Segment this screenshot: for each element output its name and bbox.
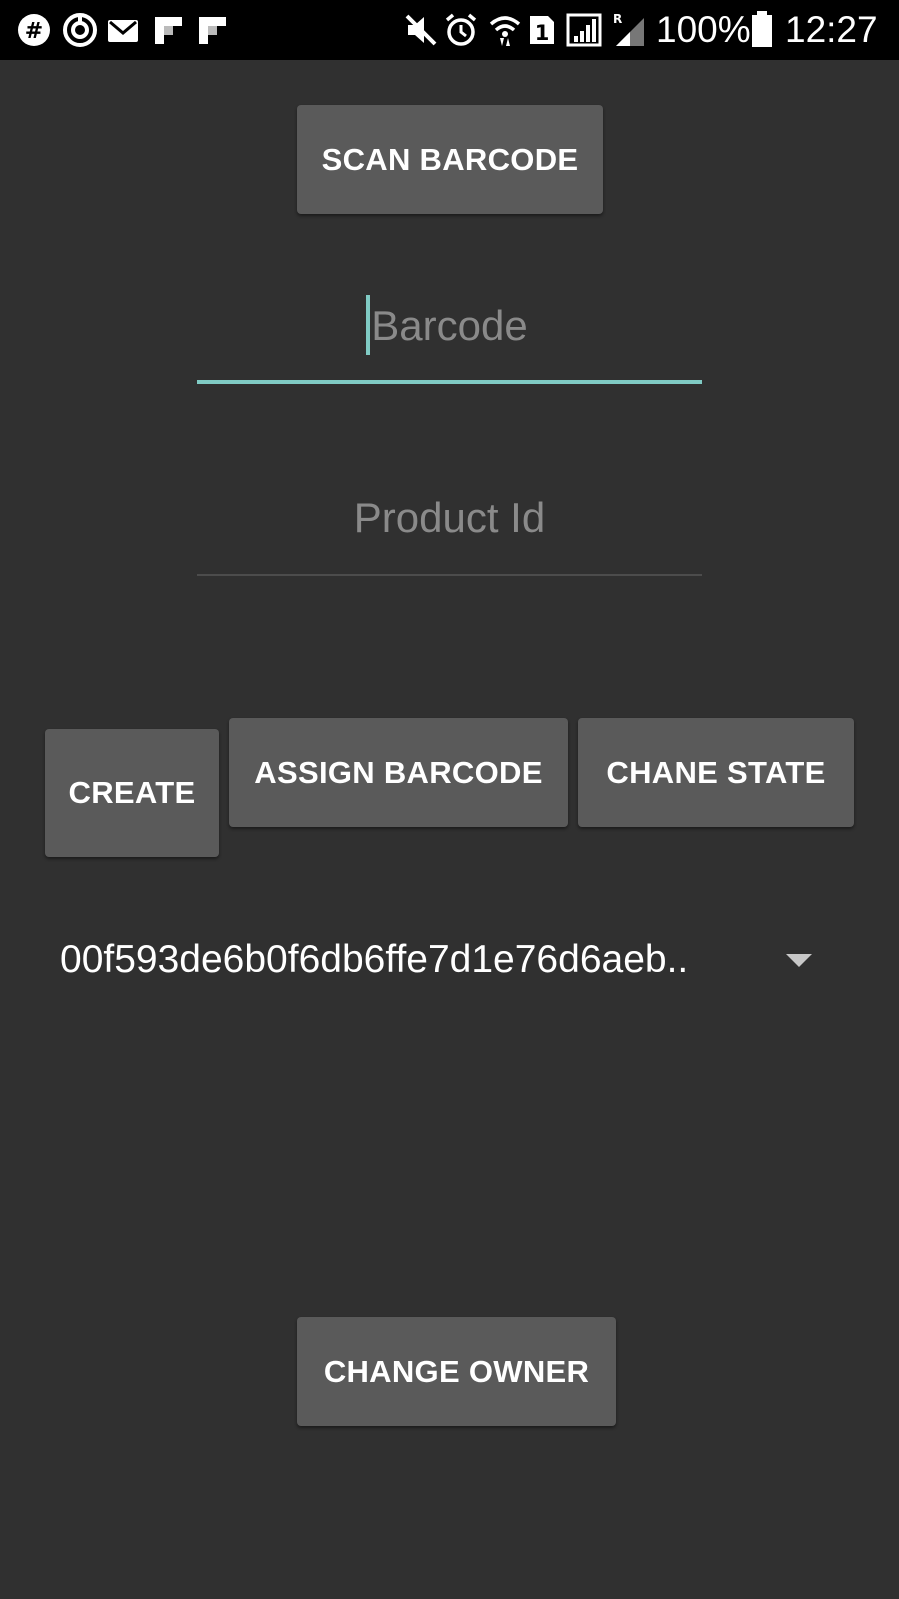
slack-icon: # xyxy=(16,12,52,48)
mute-icon xyxy=(404,12,438,48)
change-state-label: CHANE STATE xyxy=(606,754,826,790)
barcode-underline xyxy=(197,380,702,384)
product-id-placeholder: Product Id xyxy=(353,494,546,541)
status-bar: # 1 R 100% 12:27 xyxy=(0,0,899,60)
svg-text:#: # xyxy=(25,19,43,44)
signal-icon xyxy=(566,12,602,48)
scan-barcode-label: SCAN BARCODE xyxy=(321,141,579,177)
assign-barcode-button[interactable]: ASSIGN BARCODE xyxy=(229,718,568,827)
battery-icon xyxy=(750,10,774,47)
mail-icon xyxy=(106,12,140,48)
flipboard-icon xyxy=(152,12,186,48)
sim-icon: 1 xyxy=(528,12,556,48)
svg-text:R: R xyxy=(613,12,622,26)
assign-barcode-label: ASSIGN BARCODE xyxy=(254,754,543,790)
clock: 12:27 xyxy=(785,9,878,50)
change-owner-button[interactable]: CHANGE OWNER xyxy=(297,1317,616,1426)
flipboard-icon xyxy=(196,12,230,48)
battery-percent: 100% xyxy=(656,9,751,50)
change-state-button[interactable]: CHANE STATE xyxy=(578,718,854,827)
create-label: CREATE xyxy=(68,775,196,810)
alarm-icon xyxy=(444,12,478,48)
product-id-underline xyxy=(197,574,702,576)
spinner-selected-value: 00f593de6b0f6db6ffe7d1e76d6aeb.. xyxy=(60,938,689,981)
product-id-field[interactable]: Product Id xyxy=(197,482,702,576)
owner-spinner[interactable]: 00f593de6b0f6db6ffe7d1e76d6aeb.. xyxy=(44,930,856,1000)
change-owner-label: CHANGE OWNER xyxy=(323,1353,590,1389)
wifi-icon xyxy=(488,12,522,48)
scan-barcode-button[interactable]: SCAN BARCODE xyxy=(297,105,603,214)
sync-icon xyxy=(62,12,98,48)
signal-roaming-icon: R xyxy=(612,12,646,48)
barcode-placeholder: Barcode xyxy=(371,302,528,349)
barcode-field[interactable]: Barcode xyxy=(197,290,702,384)
create-button[interactable]: CREATE xyxy=(45,729,219,857)
dropdown-arrow-icon xyxy=(786,954,812,973)
svg-text:1: 1 xyxy=(535,21,550,45)
